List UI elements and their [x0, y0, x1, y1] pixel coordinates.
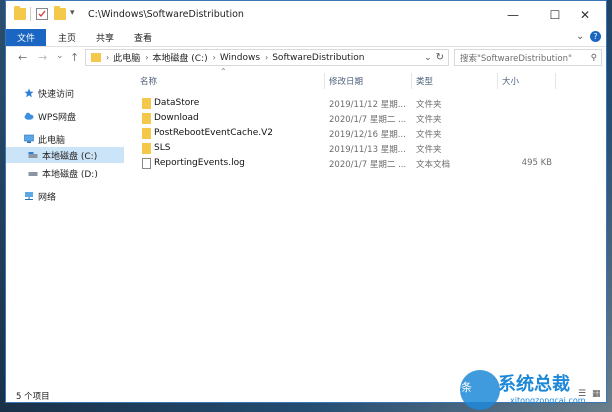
file-size: 495 KB — [521, 158, 552, 168]
chevron-right-icon: › — [145, 53, 149, 62]
folder-icon — [142, 128, 151, 139]
file-date: 2019/11/13 星期... — [329, 145, 406, 155]
file-name: ReportingEvents.log — [154, 158, 245, 168]
file-date: 2020/1/7 星期二 ... — [329, 115, 407, 125]
sidebar-item-network[interactable]: 网络 — [6, 188, 124, 204]
file-date: 2020/1/7 星期二 ... — [329, 160, 407, 170]
window-title: C:\Windows\SoftwareDistribution — [88, 9, 244, 20]
file-name: DataStore — [154, 98, 200, 108]
properties-icon[interactable] — [36, 8, 48, 20]
new-folder-icon[interactable] — [54, 6, 66, 20]
network-icon — [25, 192, 33, 200]
sidebar-item-label: 快速访问 — [38, 89, 75, 100]
breadcrumb-this-pc[interactable]: 此电脑 — [113, 51, 140, 64]
sidebar-item-quick-access[interactable]: 快速访问 — [6, 85, 124, 101]
breadcrumb-drive-c[interactable]: 本地磁盘 (C:) — [152, 51, 207, 64]
drive-icon — [28, 152, 38, 158]
chevron-right-icon: › — [265, 53, 269, 62]
drive-icon — [28, 172, 38, 176]
ribbon-expand-icon[interactable]: ⌄ — [576, 31, 584, 42]
file-row[interactable]: Download 2020/1/7 星期二 ... 文件夹 — [130, 111, 560, 126]
column-header-name[interactable]: 名称 — [140, 73, 325, 89]
search-icon: ⚲ — [590, 52, 597, 63]
folder-icon — [142, 98, 151, 109]
file-row[interactable]: PostRebootEventCache.V2 2019/12/16 星期...… — [130, 126, 560, 141]
watermark-title: 系统总裁 — [498, 374, 570, 395]
cloud-icon — [24, 112, 34, 120]
explorer-window: ▾ C:\Windows\SoftwareDistribution — ☐ ✕ … — [5, 0, 607, 403]
sidebar-item-drive-d[interactable]: 本地磁盘 (D:) — [6, 165, 124, 181]
up-button[interactable]: ↑ — [70, 51, 79, 64]
sidebar-item-drive-c[interactable]: 本地磁盘 (C:) — [6, 147, 124, 163]
folder-icon — [14, 6, 26, 20]
column-header-type[interactable]: 类型 — [416, 73, 496, 89]
back-button[interactable]: ← — [18, 51, 27, 64]
search-input[interactable]: 搜索"SoftwareDistribution" ⚲ — [454, 49, 602, 66]
star-icon — [24, 88, 34, 98]
file-date: 2019/11/12 星期... — [329, 100, 406, 110]
help-icon[interactable]: ? — [590, 31, 601, 42]
sidebar-item-label: 此电脑 — [38, 135, 66, 146]
divider — [555, 73, 556, 89]
minimize-button[interactable]: — — [492, 1, 534, 29]
computer-icon — [24, 134, 34, 143]
chevron-right-icon: › — [106, 53, 110, 62]
close-button[interactable]: ✕ — [564, 1, 606, 29]
divider — [411, 73, 412, 89]
watermark-prefix: 头条 — [450, 381, 472, 394]
tab-share[interactable]: 共享 — [96, 29, 114, 46]
file-row[interactable]: DataStore 2019/11/12 星期... 文件夹 — [130, 96, 560, 111]
navigation-pane: 快速访问 WPS网盘 此电脑 本地磁盘 (C:) 本地磁盘 (D:) 网络 — [6, 71, 124, 387]
divider — [30, 7, 31, 21]
ribbon-tabs: 文件 主页 共享 查看 ⌄ ? — [6, 29, 606, 47]
breadcrumb-softwaredistribution[interactable]: SoftwareDistribution — [272, 53, 364, 63]
large-icons-view-icon[interactable]: ▦ — [592, 389, 601, 399]
sidebar-item-label: 网络 — [38, 192, 57, 203]
breadcrumb-windows[interactable]: Windows — [220, 53, 260, 63]
address-dropdown-icon[interactable]: ⌄ — [424, 53, 432, 63]
recent-locations-icon[interactable]: ⌄ — [56, 51, 64, 61]
tab-home[interactable]: 主页 — [58, 29, 76, 46]
column-header-date[interactable]: 修改日期 — [329, 73, 409, 89]
sidebar-item-wps-cloud[interactable]: WPS网盘 — [6, 108, 124, 124]
forward-button[interactable]: → — [38, 51, 47, 64]
file-date: 2019/12/16 星期... — [329, 130, 406, 140]
text-file-icon — [142, 158, 151, 169]
navigation-bar: ← → ⌄ ↑ › 此电脑 › 本地磁盘 (C:) › Windows › So… — [6, 47, 606, 69]
watermark-url: xitongzongcai.com — [510, 396, 586, 405]
file-row[interactable]: SLS 2019/11/13 星期... 文件夹 — [130, 141, 560, 156]
status-bar-item-count: 5 个项目 — [16, 392, 50, 402]
file-type: 文本文档 — [416, 160, 451, 170]
file-type: 文件夹 — [416, 145, 442, 155]
folder-icon — [91, 53, 101, 62]
file-name: SLS — [154, 143, 171, 153]
file-name: Download — [154, 113, 199, 123]
divider — [324, 73, 325, 89]
folder-icon — [142, 143, 151, 154]
file-type: 文件夹 — [416, 115, 442, 125]
file-type: 文件夹 — [416, 100, 442, 110]
address-bar[interactable]: › 此电脑 › 本地磁盘 (C:) › Windows › SoftwareDi… — [85, 49, 449, 66]
tab-file[interactable]: 文件 — [6, 29, 46, 46]
tab-view[interactable]: 查看 — [134, 29, 152, 46]
sidebar-item-label: 本地磁盘 (D:) — [42, 169, 98, 180]
folder-icon — [142, 113, 151, 124]
sidebar-item-label: 本地磁盘 (C:) — [42, 151, 98, 162]
quick-access-dropdown-icon[interactable]: ▾ — [70, 8, 75, 18]
chevron-right-icon: › — [212, 53, 216, 62]
sidebar-item-label: WPS网盘 — [38, 112, 77, 123]
sidebar-item-this-pc[interactable]: 此电脑 — [6, 131, 124, 147]
file-list: ⌃ 名称 修改日期 类型 大小 DataStore 2019/11/12 星期.… — [130, 67, 606, 387]
file-type: 文件夹 — [416, 130, 442, 140]
divider — [497, 73, 498, 89]
file-row[interactable]: ReportingEvents.log 2020/1/7 星期二 ... 文本文… — [130, 156, 560, 171]
column-header-size[interactable]: 大小 — [502, 73, 552, 89]
search-placeholder: 搜索"SoftwareDistribution" — [460, 53, 572, 64]
file-name: PostRebootEventCache.V2 — [154, 128, 273, 138]
refresh-icon[interactable]: ↻ — [436, 52, 444, 63]
title-bar: ▾ C:\Windows\SoftwareDistribution — ☐ ✕ — [6, 1, 606, 29]
